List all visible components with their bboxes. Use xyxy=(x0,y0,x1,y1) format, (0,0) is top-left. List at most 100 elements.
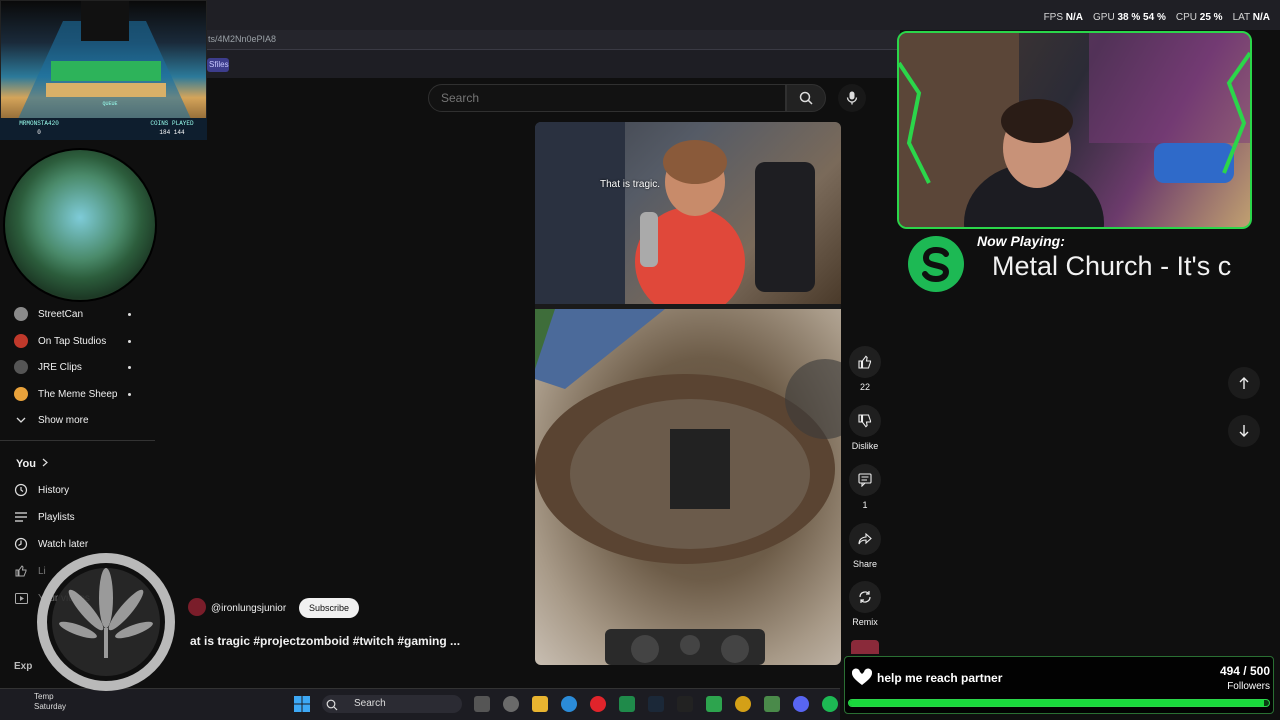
sidebar-item-label: JRE Clips xyxy=(38,361,82,373)
goal-count: 494 / 500 xyxy=(1219,664,1270,678)
live-dot xyxy=(128,340,131,343)
taskbar-search-label: Search xyxy=(354,698,386,709)
remix-icon xyxy=(849,581,881,613)
mic-icon xyxy=(846,91,858,105)
weather-line-2: Saturday xyxy=(34,702,67,711)
edge-icon[interactable] xyxy=(561,696,577,712)
sidebar-item-playlists[interactable]: Playlists xyxy=(14,506,75,528)
file-explorer-icon[interactable] xyxy=(532,696,548,712)
address-text: ts/4M2Nn0ePIA8 xyxy=(208,34,277,44)
bookmark-chip[interactable]: Sfiles xyxy=(207,58,229,72)
sidebar-item-the-meme-sheep[interactable]: The Meme Sheep xyxy=(14,383,118,405)
streamer-webcam xyxy=(897,31,1252,229)
heart-hands-icon xyxy=(850,667,874,692)
now-playing-logo xyxy=(908,236,964,292)
remix-button[interactable]: Remix xyxy=(846,581,884,627)
cpu-readout: CPU 25 % xyxy=(1176,12,1223,23)
like-button[interactable]: 22 xyxy=(846,346,884,392)
bookmarks-bar xyxy=(200,50,900,78)
share-label: Share xyxy=(852,559,878,569)
task-view-icon[interactable] xyxy=(474,696,490,712)
sidebar-item-label: On Tap Studios xyxy=(38,335,107,347)
obs-icon[interactable] xyxy=(677,696,693,712)
app-icon-3[interactable] xyxy=(764,696,780,712)
sidebar-item-history[interactable]: History xyxy=(14,479,69,501)
you-label: You xyxy=(16,458,36,470)
start-button[interactable] xyxy=(294,696,310,717)
chevron-right-icon xyxy=(42,458,48,470)
spotify-icon[interactable] xyxy=(822,696,838,712)
player-name: MRMONSTA420 xyxy=(19,120,59,127)
history-icon xyxy=(14,483,28,497)
live-dot xyxy=(128,393,131,396)
sidebar-item-on-tap-studios[interactable]: On Tap Studios xyxy=(14,330,106,352)
sound-thumbnail[interactable] xyxy=(851,640,879,654)
gpu-value: 38 % 54 % xyxy=(1117,12,1166,23)
live-dot xyxy=(128,313,131,316)
arrow-up-icon xyxy=(1239,377,1249,389)
sidebar-item-jre-clips[interactable]: JRE Clips xyxy=(14,356,82,378)
sidebar-item-streetcan[interactable]: StreetCan xyxy=(14,303,83,325)
sidebar-item-label: The Meme Sheep xyxy=(38,388,118,400)
lat-readout: LAT N/A xyxy=(1233,12,1270,23)
dislike-button[interactable]: Dislike xyxy=(846,405,884,451)
playlists-icon xyxy=(14,510,28,524)
zomboid-gameplay xyxy=(535,309,841,665)
previous-video-button[interactable] xyxy=(1228,367,1260,399)
discord-icon[interactable] xyxy=(793,696,809,712)
goal-label: help me reach partner xyxy=(877,671,1003,685)
cpu-label: CPU xyxy=(1175,12,1197,23)
live-dot xyxy=(128,366,131,369)
player-score: 0 xyxy=(37,129,41,136)
cpu-value: 25 % xyxy=(1199,12,1223,23)
thumbs-up-icon xyxy=(849,346,881,378)
search-input[interactable] xyxy=(428,84,786,112)
webcam-feed xyxy=(899,33,1250,227)
taskbar-search[interactable]: Search xyxy=(322,695,462,713)
sidebar-divider xyxy=(0,440,155,441)
lat-value: N/A xyxy=(1252,12,1270,23)
windows-icon xyxy=(294,696,310,712)
search-button[interactable] xyxy=(786,84,826,112)
video-title[interactable]: at is tragic #projectzomboid #twitch #ga… xyxy=(190,634,460,648)
comments-count: 1 xyxy=(862,500,868,510)
app-icon[interactable] xyxy=(619,696,635,712)
weather-widget[interactable]: Temp Saturday xyxy=(20,692,66,712)
settings-icon[interactable] xyxy=(503,696,519,712)
comments-button[interactable]: 1 xyxy=(846,464,884,510)
xbox-icon[interactable] xyxy=(706,696,722,712)
now-playing-label: Now Playing: xyxy=(977,233,1065,249)
video-player[interactable] xyxy=(535,122,841,665)
channel-name[interactable]: @ironlungsjunior xyxy=(211,603,286,614)
gpu-readout: GPU 38 % 54 % xyxy=(1093,12,1166,23)
next-video-button[interactable] xyxy=(1228,415,1260,447)
dislike-label: Dislike xyxy=(851,441,879,451)
goal-unit: Followers xyxy=(1227,681,1270,692)
s-logo-icon xyxy=(922,246,950,283)
address-bar[interactable]: ts/4M2Nn0ePIA8 xyxy=(200,30,900,50)
channel-avatar xyxy=(14,387,28,401)
voice-search-button[interactable] xyxy=(838,84,866,112)
subscribe-button[interactable]: Subscribe xyxy=(299,598,359,618)
share-icon xyxy=(849,523,881,555)
like-count: 22 xyxy=(859,382,870,392)
app-icon-2[interactable] xyxy=(735,696,751,712)
arrow-down-icon xyxy=(1239,425,1249,437)
coins-played-label: COINS PLAYED xyxy=(150,120,194,127)
show-more-label: Show more xyxy=(38,414,89,426)
share-button[interactable]: Share xyxy=(846,523,884,569)
opera-icon[interactable] xyxy=(590,696,606,712)
show-more-button[interactable]: Show more xyxy=(14,409,89,431)
now-playing-track: Metal Church - It's c xyxy=(992,251,1232,281)
steam-icon[interactable] xyxy=(648,696,664,712)
streamer-webcam-clip xyxy=(535,122,841,317)
you-section-header[interactable]: You xyxy=(16,453,48,475)
video-caption: That is tragic. xyxy=(600,179,661,190)
fps-value: N/A xyxy=(1065,12,1084,23)
queue-label: QUEUE xyxy=(102,101,118,107)
coins-played-value: 184 144 xyxy=(159,129,185,136)
leaf-badge-overlay xyxy=(26,548,196,692)
lat-label: LAT xyxy=(1232,12,1250,23)
sidebar-item-label: Playlists xyxy=(38,511,75,523)
remix-label: Remix xyxy=(852,617,878,627)
